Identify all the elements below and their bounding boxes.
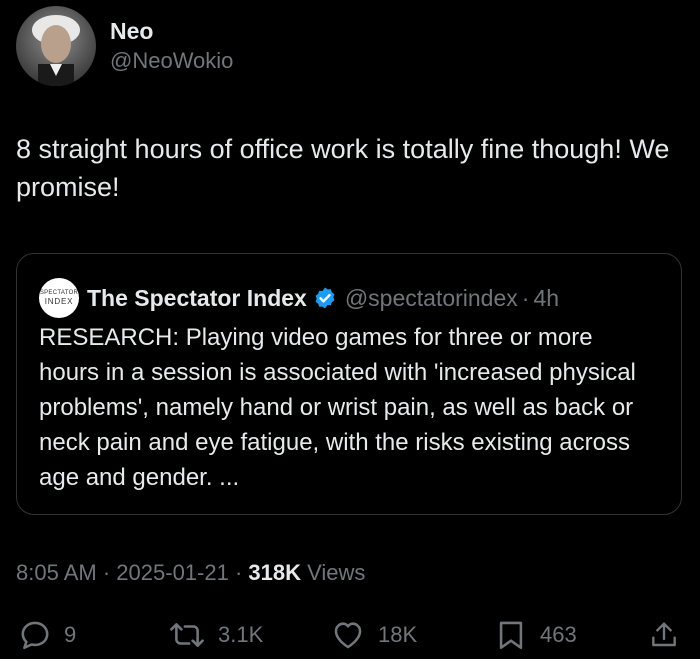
quoted-time: 4h (533, 284, 560, 311)
action-bar: 9 3.1K 18K 463 (0, 612, 700, 658)
tweet-text: 8 straight hours of office work is total… (16, 134, 670, 202)
tweet-time[interactable]: 8:05 AM (16, 560, 97, 585)
reply-button[interactable]: 9 (18, 612, 76, 658)
repost-button[interactable]: 3.1K (168, 612, 263, 658)
quoted-display-name: The Spectator Index (87, 284, 307, 311)
like-count: 18K (378, 622, 418, 647)
author-display-name[interactable]: Neo (110, 16, 233, 46)
quoted-handle: @spectatorindex (344, 284, 518, 311)
quoted-tweet-header: SPECTATOR INDEX The Spectator Index @spe… (39, 278, 559, 318)
quoted-avatar-text-top: SPECTATOR (39, 290, 79, 296)
repost-count: 3.1K (218, 622, 264, 647)
share-icon (648, 618, 680, 652)
repost-icon (168, 618, 206, 652)
meta-separator: · (102, 560, 111, 585)
quoted-tweet-text: RESEARCH: Playing video games for three … (39, 324, 636, 491)
bookmark-button[interactable]: 463 (494, 612, 577, 658)
verified-badge-icon (313, 286, 337, 310)
like-button[interactable]: 18K (330, 612, 417, 658)
quoted-tweet[interactable]: SPECTATOR INDEX The Spectator Index @spe… (16, 253, 682, 515)
share-button[interactable] (648, 612, 680, 658)
heart-icon (330, 618, 366, 652)
meta-separator: · (234, 560, 243, 585)
reply-icon (18, 618, 52, 652)
bookmark-icon (494, 617, 528, 653)
reply-count: 9 (64, 622, 77, 647)
tweet-header: Neo @NeoWokio (16, 6, 233, 86)
tweet-meta: 8:05 AM · 2025-01-21 · 318K Views (16, 560, 365, 586)
quoted-separator: · (521, 284, 530, 311)
author-handle[interactable]: @NeoWokio (110, 46, 233, 76)
bookmark-count: 463 (540, 622, 577, 647)
views-label: Views (307, 560, 366, 585)
quoted-avatar: SPECTATOR INDEX (39, 278, 79, 318)
avatar[interactable] (16, 6, 96, 86)
views-count: 318K (248, 560, 302, 585)
quoted-avatar-text-bottom: INDEX (44, 297, 74, 306)
tweet-date[interactable]: 2025-01-21 (116, 560, 229, 585)
